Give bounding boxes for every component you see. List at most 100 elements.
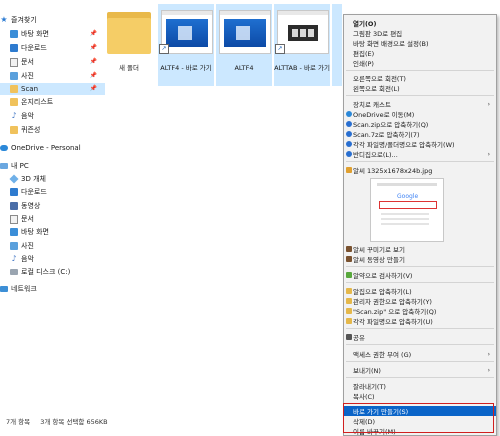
nav-label: 즐겨찾기 bbox=[11, 16, 37, 24]
menu-open[interactable]: 열기(O) bbox=[344, 18, 496, 28]
nav-label: Scan bbox=[21, 85, 39, 93]
nav-label: 음악 bbox=[21, 255, 34, 263]
menu-separator bbox=[346, 266, 494, 267]
bandizip-icon bbox=[346, 141, 352, 147]
menu-separator bbox=[346, 377, 494, 378]
alzip-icon bbox=[346, 318, 352, 324]
context-menu: 열기(O) 그림판 3D로 편집 바탕 화면 배경으로 설정(B) 편집(E) … bbox=[343, 14, 497, 436]
nav-label: 온지리스트 bbox=[21, 98, 54, 106]
nav-item-music[interactable]: ♪ 음악 bbox=[0, 110, 105, 122]
menu-cut[interactable]: 잘라내기(T) bbox=[344, 381, 496, 391]
menu-rotate-left[interactable]: 왼쪽으로 회전(L) bbox=[344, 83, 496, 93]
nav-this-pc[interactable]: 내 PC bbox=[0, 160, 95, 172]
menu-compress-7z[interactable]: Scan.7z로 압축하기(7) bbox=[344, 129, 496, 139]
nav-item-pc-music[interactable]: ♪ 음악 bbox=[0, 253, 105, 265]
video-icon bbox=[10, 202, 18, 210]
nav-label: 다운로드 bbox=[21, 188, 47, 196]
nav-item-pc-documents[interactable]: 문서 bbox=[0, 213, 105, 225]
cloud-icon bbox=[0, 145, 8, 151]
menu-grant-access[interactable]: 액세스 권한 부여 (G) › bbox=[344, 349, 496, 360]
folder-front bbox=[107, 18, 151, 54]
nav-item-scan[interactable]: Scan 📌 bbox=[0, 83, 105, 95]
nav-label: 네트워크 bbox=[11, 285, 37, 293]
menu-copy[interactable]: 복사(C) bbox=[344, 391, 496, 401]
file-item-new-folder[interactable]: 새 폴더 bbox=[101, 4, 157, 86]
menu-separator bbox=[346, 403, 494, 404]
nav-item-pc-desktop[interactable]: 바탕 화면 bbox=[0, 226, 105, 238]
menu-alsee-file[interactable]: 알씨 1325x1678x24b.jpg bbox=[344, 165, 496, 175]
menu-separator bbox=[346, 361, 494, 362]
nav-label: 다운로드 bbox=[21, 44, 47, 52]
document-icon bbox=[10, 57, 18, 67]
menu-rename[interactable]: 이름 바꾸기(M) bbox=[344, 426, 496, 436]
file-item-altf4[interactable]: ALTF4 bbox=[216, 4, 272, 86]
menu-separator bbox=[346, 70, 494, 71]
shortcut-arrow-icon: ↗ bbox=[275, 44, 285, 54]
3d-objects-icon bbox=[9, 174, 19, 184]
menu-separator bbox=[346, 161, 494, 162]
menu-each-compress[interactable]: 각각 파일명으로 압축하기(U) bbox=[344, 316, 496, 326]
menu-print[interactable]: 인쇄(P) bbox=[344, 58, 496, 68]
nav-item-documents[interactable]: 문서 📌 bbox=[0, 56, 105, 68]
navigation-pane: ★ 즐겨찾기 바탕 화면 📌 다운로드 📌 문서 📌 사진 📌 Scan 📌 온… bbox=[0, 0, 105, 410]
menu-cast-to-device[interactable]: 장치로 캐스트 › bbox=[344, 99, 496, 110]
folder-icon bbox=[10, 126, 18, 134]
menu-compress-each[interactable]: 각각 파일명/폴더명으로 압축하기(W) bbox=[344, 139, 496, 149]
file-name: ALTF4 - 바로 가기 bbox=[160, 64, 212, 72]
nav-label: OneDrive - Personal bbox=[11, 144, 81, 152]
nav-item-3d-objects[interactable]: 3D 개체 bbox=[0, 173, 105, 185]
menu-edit-paint3d[interactable]: 그림판 3D로 편집 bbox=[344, 28, 496, 38]
menu-rotate-right[interactable]: 오른쪽으로 회전(T) bbox=[344, 73, 496, 83]
menu-alzip-compress[interactable]: 알집으로 압축하기(L) bbox=[344, 286, 496, 296]
alsee-preview-thumbnail: Google bbox=[370, 178, 444, 242]
folder-icon bbox=[10, 85, 18, 93]
nav-item-pictures[interactable]: 사진 📌 bbox=[0, 70, 105, 82]
nav-item-local-disk[interactable]: 로컬 디스크 (C:) bbox=[0, 266, 105, 278]
nav-item-downloads[interactable]: 다운로드 📌 bbox=[0, 42, 105, 54]
menu-create-shortcut[interactable]: 바로 가기 만들기(S) bbox=[344, 406, 496, 416]
cloud-icon bbox=[346, 111, 352, 117]
menu-separator bbox=[346, 282, 494, 283]
nav-label: 음악 bbox=[21, 112, 34, 120]
nav-onedrive[interactable]: OneDrive - Personal bbox=[0, 142, 95, 154]
nav-label: 3D 개체 bbox=[21, 175, 46, 183]
file-item-altf4-shortcut[interactable]: ↗ ALTF4 - 바로 가기 bbox=[158, 4, 214, 86]
menu-compress-zip[interactable]: Scan.zip으로 압축하기(Q) bbox=[344, 119, 496, 129]
bandizip-icon bbox=[346, 131, 352, 137]
nav-item-pc-pictures[interactable]: 사진 bbox=[0, 240, 105, 252]
pin-icon: 📌 bbox=[89, 44, 97, 51]
file-item-alttab-shortcut[interactable]: ↗ ALTTAB - 바로 가기 bbox=[274, 4, 330, 86]
file-name: ALTF4 bbox=[234, 64, 254, 72]
nav-item-pc-downloads[interactable]: 다운로드 bbox=[0, 186, 105, 198]
music-icon: ♪ bbox=[11, 111, 17, 120]
menu-alsee-video[interactable]: 알씨 동영상 만들기 bbox=[344, 254, 496, 264]
nav-item-desktop[interactable]: 바탕 화면 📌 bbox=[0, 28, 105, 40]
menu-edit[interactable]: 편집(E) bbox=[344, 48, 496, 58]
alzip-icon bbox=[346, 288, 352, 294]
pin-icon: 📌 bbox=[89, 85, 97, 92]
nav-item-videos[interactable]: 동영상 bbox=[0, 200, 105, 212]
pin-icon: 📌 bbox=[89, 58, 97, 65]
disk-icon bbox=[10, 269, 18, 275]
star-icon: ★ bbox=[0, 15, 8, 24]
nav-label: 바탕 화면 bbox=[21, 228, 49, 236]
desktop-icon bbox=[10, 228, 18, 236]
menu-alsee-decorate[interactable]: 알씨 꾸미기로 보기 bbox=[344, 244, 496, 254]
status-bar: 7개 항목 3개 항목 선택함 656KB bbox=[6, 416, 116, 426]
menu-share[interactable]: 공유 bbox=[344, 332, 496, 342]
nav-item-onjilist[interactable]: 온지리스트 bbox=[0, 96, 105, 108]
menu-move-onedrive[interactable]: OneDrive로 이동(M) bbox=[344, 109, 496, 119]
menu-bandizip[interactable]: 반디집으로(L)... › bbox=[344, 149, 496, 159]
menu-scan-zip-compress[interactable]: "Scan.zip" 으로 압축하기(Q) bbox=[344, 306, 496, 316]
nav-network[interactable]: 네트워크 bbox=[0, 283, 95, 295]
file-item-partial[interactable] bbox=[332, 4, 342, 86]
pictures-icon bbox=[10, 72, 18, 80]
menu-delete[interactable]: 삭제(D) bbox=[344, 416, 496, 426]
menu-set-background[interactable]: 바탕 화면 배경으로 설정(B) bbox=[344, 38, 496, 48]
nav-quick-access[interactable]: ★ 즐겨찾기 bbox=[0, 14, 95, 26]
menu-send-to[interactable]: 보내기(N) › bbox=[344, 365, 496, 376]
menu-admin-compress[interactable]: 관리자 권한으로 압축하기(Y) bbox=[344, 296, 496, 306]
menu-alyac-scan[interactable]: 알약으로 검사하기(V) bbox=[344, 270, 496, 280]
nav-item-folder[interactable]: 퀴즌성 bbox=[0, 124, 105, 136]
nav-label: 문서 bbox=[21, 58, 34, 66]
